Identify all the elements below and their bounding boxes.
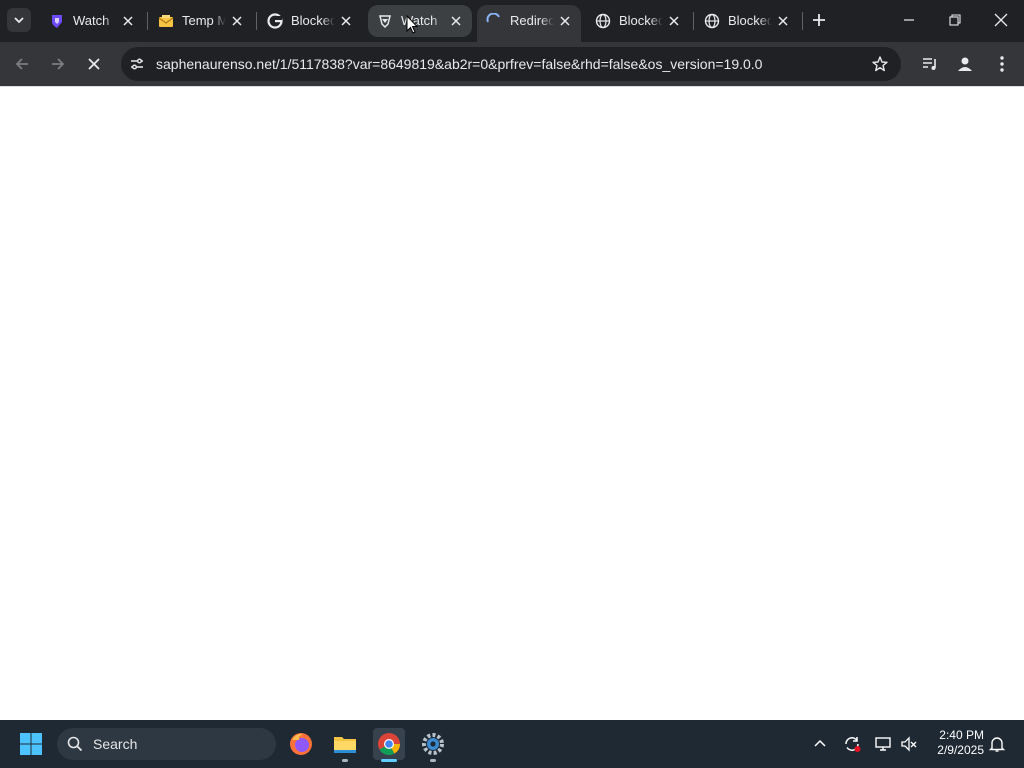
taskbar-search-box[interactable]: Search bbox=[57, 728, 276, 760]
kebab-menu-icon bbox=[1000, 56, 1004, 72]
clock-time: 2:40 PM bbox=[939, 728, 984, 742]
forward-arrow-icon bbox=[52, 58, 65, 70]
tray-sync-app[interactable] bbox=[840, 732, 864, 756]
profile-icon bbox=[958, 57, 972, 71]
media-controls-button[interactable] bbox=[918, 52, 942, 76]
close-icon[interactable] bbox=[230, 14, 244, 28]
globe-icon bbox=[595, 13, 611, 29]
close-icon[interactable] bbox=[558, 14, 572, 28]
restore-button[interactable] bbox=[942, 8, 968, 32]
chrome-icon bbox=[378, 733, 400, 755]
minimize-button[interactable] bbox=[896, 8, 922, 32]
tab-title: Blocked bbox=[728, 13, 772, 28]
tab-title: Blocked bbox=[619, 13, 663, 28]
tab-7[interactable]: Blocked bbox=[695, 5, 799, 37]
tab-search-button[interactable] bbox=[7, 8, 31, 32]
minimize-icon bbox=[904, 19, 914, 21]
network-icon bbox=[875, 737, 891, 751]
show-hidden-icons-button[interactable] bbox=[808, 732, 832, 756]
globe-icon bbox=[704, 13, 720, 29]
taskbar-app-settings[interactable] bbox=[417, 728, 449, 762]
tab-strip: Watch Temp Mail Blocked Watch Redirectin… bbox=[0, 0, 1024, 42]
close-icon bbox=[994, 13, 1008, 27]
tray-volume[interactable] bbox=[897, 732, 921, 756]
site-info-icon[interactable] bbox=[127, 54, 147, 74]
close-icon bbox=[88, 58, 100, 70]
file-explorer-icon bbox=[334, 737, 356, 753]
url-text[interactable]: saphenaurenso.net/1/5117838?var=8649819&… bbox=[156, 56, 762, 72]
close-icon[interactable] bbox=[339, 14, 353, 28]
address-bar[interactable]: saphenaurenso.net/1/5117838?var=8649819&… bbox=[121, 47, 901, 81]
tab-4[interactable]: Watch bbox=[368, 5, 472, 37]
settings-icon bbox=[422, 733, 444, 755]
bookmark-star-icon[interactable] bbox=[871, 55, 889, 73]
browser-menu-button[interactable] bbox=[990, 52, 1014, 76]
tab-title: Temp Mail bbox=[182, 13, 226, 28]
clock-date: 2/9/2025 bbox=[937, 743, 984, 757]
page-content bbox=[0, 86, 1024, 721]
tab-1[interactable]: Watch bbox=[40, 5, 144, 37]
close-window-button[interactable] bbox=[988, 8, 1014, 32]
taskbar-app-firefox[interactable] bbox=[285, 728, 317, 760]
volume-muted-icon bbox=[901, 736, 917, 752]
close-icon[interactable] bbox=[449, 14, 463, 28]
google-icon bbox=[267, 13, 283, 29]
tray-network[interactable] bbox=[871, 732, 895, 756]
mouse-cursor-icon bbox=[406, 15, 418, 34]
brave-icon bbox=[379, 15, 391, 29]
chevron-up-icon bbox=[814, 739, 826, 747]
tab-5[interactable]: Redirecting bbox=[477, 5, 581, 42]
profile-button[interactable] bbox=[953, 52, 977, 76]
bell-icon bbox=[988, 737, 1006, 752]
notifications-button[interactable] bbox=[985, 732, 1009, 756]
tab-2[interactable]: Temp Mail bbox=[149, 5, 253, 37]
firefox-icon bbox=[290, 733, 312, 755]
windows-start-icon[interactable] bbox=[19, 732, 43, 756]
taskbar: Search 2:40 PM 2/9/2025 bbox=[0, 720, 1024, 768]
taskbar-app-chrome[interactable] bbox=[373, 728, 405, 762]
proton-vpn-icon bbox=[52, 15, 62, 28]
media-queue-icon bbox=[923, 58, 936, 70]
temp-mail-icon bbox=[158, 15, 174, 27]
taskbar-app-file-explorer[interactable] bbox=[329, 728, 361, 762]
loading-spinner-icon bbox=[486, 13, 500, 23]
browser-toolbar: saphenaurenso.net/1/5117838?var=8649819&… bbox=[0, 42, 1024, 86]
forward-button[interactable] bbox=[46, 52, 70, 76]
new-tab-icon[interactable] bbox=[809, 10, 829, 30]
close-icon[interactable] bbox=[667, 14, 681, 28]
tab-3[interactable]: Blocked bbox=[258, 5, 362, 37]
back-arrow-icon bbox=[15, 58, 28, 70]
tab-title: Watch bbox=[73, 13, 110, 28]
search-label: Search bbox=[93, 736, 138, 752]
back-button[interactable] bbox=[10, 52, 34, 76]
tab-title: Redirecting bbox=[510, 13, 554, 28]
stop-loading-button[interactable] bbox=[82, 52, 106, 76]
search-icon bbox=[67, 736, 83, 752]
close-icon[interactable] bbox=[776, 14, 790, 28]
sync-icon bbox=[845, 737, 861, 752]
tab-6[interactable]: Blocked bbox=[586, 5, 690, 37]
close-icon[interactable] bbox=[121, 14, 135, 28]
restore-icon bbox=[949, 14, 961, 26]
chevron-down-icon bbox=[14, 17, 24, 24]
tab-title: Blocked bbox=[291, 13, 335, 28]
system-clock[interactable]: 2:40 PM 2/9/2025 bbox=[928, 728, 984, 758]
